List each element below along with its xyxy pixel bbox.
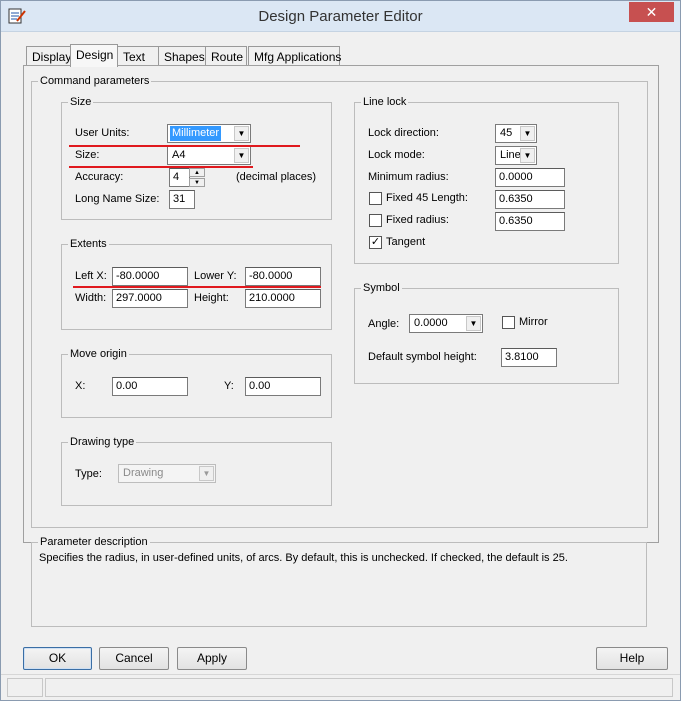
move-origin-group-title: Move origin — [68, 348, 129, 360]
accuracy-suffix: (decimal places) — [236, 171, 317, 183]
line-lock-group: Line lock Lock direction: 45 ▼ Lock mode… — [354, 96, 619, 264]
tab-shapes[interactable]: Shapes — [158, 46, 206, 66]
user-units-dropdown[interactable]: Millimeter ▼ — [167, 124, 251, 143]
accuracy-label: Accuracy: — [75, 171, 124, 183]
lock-mode-dropdown[interactable]: Line ▼ — [495, 146, 537, 165]
extents-group-title: Extents — [68, 238, 109, 250]
drawing-type-value: Drawing — [123, 467, 164, 479]
long-name-size-label: Long Name Size: — [75, 193, 160, 205]
user-units-label: User Units: — [75, 127, 130, 139]
angle-label: Angle: — [368, 318, 400, 330]
lock-direction-label: Lock direction: — [368, 127, 439, 139]
mirror-label: Mirror — [519, 316, 548, 328]
chevron-down-icon: ▼ — [466, 316, 481, 331]
long-name-size-input[interactable]: 31 — [169, 190, 195, 209]
accuracy-stepper[interactable]: ▲ ▼ — [189, 168, 205, 187]
left-x-input[interactable]: -80.0000 — [112, 267, 188, 286]
annotation-underline — [73, 286, 321, 288]
annotation-underline — [69, 145, 300, 147]
annotation-underline — [69, 166, 253, 168]
origin-y-input[interactable]: 0.00 — [245, 377, 321, 396]
tangent-label: Tangent — [386, 236, 426, 248]
lock-mode-label: Lock mode: — [368, 149, 425, 161]
command-parameters-title: Command parameters — [38, 75, 152, 87]
fixed-45-length-checkbox[interactable] — [369, 192, 382, 205]
chevron-down-icon: ▼ — [199, 466, 214, 481]
lower-y-input[interactable]: -80.0000 — [245, 267, 321, 286]
status-bar — [1, 674, 680, 700]
close-button[interactable]: ✕ — [629, 2, 674, 22]
angle-dropdown[interactable]: 0.0000 ▼ — [409, 314, 483, 333]
chevron-down-icon: ▼ — [234, 148, 249, 163]
size-group: Size User Units: Millimeter ▼ Size: A4 ▼… — [61, 96, 332, 220]
spin-down-icon[interactable]: ▼ — [189, 178, 205, 187]
type-label: Type: — [75, 468, 102, 480]
lock-direction-dropdown[interactable]: 45 ▼ — [495, 124, 537, 143]
checkmark-icon: ✓ — [370, 236, 381, 248]
line-lock-group-title: Line lock — [361, 96, 409, 108]
size-value: A4 — [172, 149, 186, 161]
fixed-radius-checkbox[interactable] — [369, 214, 382, 227]
parameter-description-group: Parameter description Specifies the radi… — [31, 536, 647, 627]
tangent-checkbox[interactable]: ✓ — [369, 236, 382, 249]
spin-up-icon[interactable]: ▲ — [189, 168, 205, 177]
close-icon: ✕ — [645, 4, 658, 20]
chevron-down-icon: ▼ — [520, 148, 535, 163]
parameter-description-text: Specifies the radius, in user-defined un… — [39, 552, 568, 564]
symbol-group: Symbol Angle: 0.0000 ▼ Mirror Default sy… — [354, 282, 619, 384]
mirror-checkbox[interactable] — [502, 316, 515, 329]
fixed-45-length-input[interactable]: 0.6350 — [495, 190, 565, 209]
fixed-radius-input[interactable]: 0.6350 — [495, 212, 565, 231]
origin-x-label: X: — [75, 380, 86, 392]
symbol-group-title: Symbol — [361, 282, 402, 294]
height-label: Height: — [194, 292, 229, 304]
minimum-radius-label: Minimum radius: — [368, 171, 449, 183]
user-units-value: Millimeter — [170, 126, 222, 141]
size-group-title: Size — [68, 96, 94, 108]
apply-button[interactable]: Apply — [177, 647, 247, 670]
fixed-radius-label: Fixed radius: — [386, 214, 449, 226]
accuracy-input[interactable]: 4 — [169, 168, 190, 187]
size-label: Size: — [75, 149, 100, 161]
help-button[interactable]: Help — [596, 647, 668, 670]
tab-design[interactable]: Design — [70, 44, 118, 67]
tab-display[interactable]: Display — [26, 46, 71, 66]
design-parameter-editor-window: Design Parameter Editor ✕ Display Design… — [0, 0, 681, 701]
width-input[interactable]: 297.0000 — [112, 289, 188, 308]
tab-mfg-applications[interactable]: Mfg Applications — [248, 46, 341, 66]
drawing-type-dropdown[interactable]: Drawing ▼ — [118, 464, 216, 483]
move-origin-group: Move origin X: 0.00 Y: 0.00 — [61, 348, 332, 418]
fixed-45-length-label: Fixed 45 Length: — [386, 192, 468, 204]
lock-direction-value: 45 — [500, 127, 513, 139]
cancel-button[interactable]: Cancel — [99, 647, 169, 670]
chevron-down-icon: ▼ — [234, 126, 249, 141]
default-symbol-height-input[interactable]: 3.8100 — [501, 348, 557, 367]
origin-y-label: Y: — [224, 380, 234, 392]
ok-button[interactable]: OK — [23, 647, 92, 670]
tab-route[interactable]: Route — [205, 46, 247, 66]
status-pane — [7, 678, 43, 697]
tab-text[interactable]: Text — [117, 46, 159, 66]
height-input[interactable]: 210.0000 — [245, 289, 321, 308]
size-dropdown[interactable]: A4 ▼ — [167, 146, 251, 165]
chevron-down-icon: ▼ — [520, 126, 535, 141]
parameter-description-title: Parameter description — [38, 536, 150, 548]
default-symbol-height-label: Default symbol height: — [368, 351, 477, 363]
drawing-type-group: Drawing type Type: Drawing ▼ — [61, 436, 332, 506]
left-x-label: Left X: — [75, 270, 107, 282]
design-tab-panel: Command parameters Size User Units: Mill… — [23, 65, 659, 543]
title-bar[interactable]: Design Parameter Editor ✕ — [1, 1, 680, 32]
minimum-radius-input[interactable]: 0.0000 — [495, 168, 565, 187]
status-pane — [45, 678, 673, 697]
window-title: Design Parameter Editor — [258, 8, 423, 25]
drawing-type-group-title: Drawing type — [68, 436, 137, 448]
lower-y-label: Lower Y: — [194, 270, 237, 282]
origin-x-input[interactable]: 0.00 — [112, 377, 188, 396]
angle-value: 0.0000 — [414, 317, 448, 329]
width-label: Width: — [75, 292, 107, 304]
